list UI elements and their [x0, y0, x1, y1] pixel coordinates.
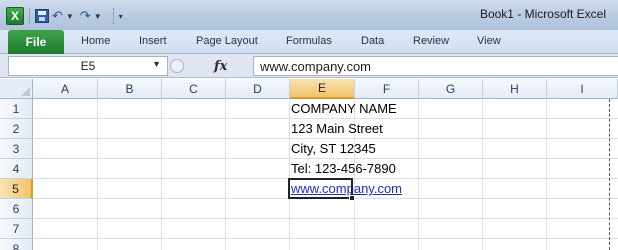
column-header-b[interactable]: B — [98, 79, 162, 99]
excel-logo-icon[interactable]: X — [6, 7, 24, 25]
customize-qat-icon[interactable]: ▾ — [119, 7, 123, 25]
column-headers: A B C D E F G H I — [33, 79, 618, 99]
redo-button[interactable]: ↷ — [80, 7, 91, 25]
undo-icon: ↶ — [52, 8, 63, 23]
tab-review[interactable]: Review — [413, 35, 449, 47]
formula-input[interactable]: www.company.com — [253, 56, 618, 76]
gridline — [289, 99, 290, 250]
tab-home[interactable]: Home — [81, 35, 110, 47]
gridline — [161, 99, 162, 250]
cell-e1[interactable]: COMPANY NAME — [291, 99, 397, 119]
qat-separator — [29, 8, 30, 24]
page-break-line — [609, 99, 610, 250]
redo-icon: ↷ — [79, 8, 91, 23]
undo-dropdown-icon[interactable]: ▼ — [66, 7, 74, 25]
cell-e4[interactable]: Tel: 123-456-7890 — [291, 159, 396, 179]
row-header-7[interactable]: 7 — [0, 219, 33, 239]
row-header-6[interactable]: 6 — [0, 199, 33, 219]
cell-e3[interactable]: City, ST 12345 — [291, 139, 376, 159]
ribbon-tabs: File Home Insert Page Layout Formulas Da… — [0, 30, 618, 54]
tab-page-layout[interactable]: Page Layout — [196, 35, 258, 47]
cell-grid[interactable]: COMPANY NAME 123 Main Street City, ST 12… — [33, 99, 618, 250]
row-header-4[interactable]: 4 — [0, 159, 33, 179]
row-header-8[interactable]: 8 — [0, 239, 33, 250]
tab-file[interactable]: File — [8, 30, 64, 54]
name-box-value: E5 — [80, 59, 96, 73]
insert-function-icon[interactable]: fx — [214, 59, 227, 74]
row-header-5[interactable]: 5 — [0, 179, 33, 199]
column-header-g[interactable]: G — [419, 79, 483, 99]
save-button[interactable] — [35, 7, 49, 25]
title-bar: X ↶ ▼ ↷ ▼ ▾ Book1 - Microsoft Excel — [0, 0, 618, 30]
redo-dropdown-icon[interactable]: ▼ — [94, 7, 102, 25]
cell-e2[interactable]: 123 Main Street — [291, 119, 383, 139]
column-header-i[interactable]: I — [547, 79, 618, 99]
gridline — [225, 99, 226, 250]
window-title: Book1 - Microsoft Excel — [479, 7, 606, 21]
qat-separator — [112, 8, 114, 24]
gridline — [33, 218, 618, 219]
column-header-f[interactable]: F — [355, 79, 419, 99]
active-cell-border — [288, 178, 353, 199]
tab-insert[interactable]: Insert — [139, 35, 167, 47]
row-header-2[interactable]: 2 — [0, 119, 33, 139]
tab-formulas[interactable]: Formulas — [286, 35, 332, 47]
formula-bar: E5 ▼ fx www.company.com — [0, 54, 618, 78]
row-header-1[interactable]: 1 — [0, 99, 33, 119]
fill-handle[interactable] — [349, 195, 355, 201]
gridline — [33, 238, 618, 239]
undo-button[interactable]: ↶ — [52, 7, 63, 25]
column-header-d[interactable]: D — [226, 79, 290, 99]
name-box[interactable]: E5 ▼ — [8, 56, 168, 76]
gridline — [482, 99, 483, 250]
gridline — [97, 99, 98, 250]
column-header-a[interactable]: A — [33, 79, 98, 99]
column-header-c[interactable]: C — [162, 79, 226, 99]
column-header-e[interactable]: E — [290, 79, 355, 99]
column-header-h[interactable]: H — [483, 79, 547, 99]
select-all-button[interactable] — [0, 79, 33, 99]
tab-data[interactable]: Data — [361, 35, 384, 47]
formula-controls: fx — [170, 59, 232, 74]
gridline — [418, 99, 419, 250]
quick-access-toolbar: X ↶ ▼ ↷ ▼ ▾ — [6, 6, 129, 26]
tab-view[interactable]: View — [477, 35, 501, 47]
resize-handle-icon[interactable] — [170, 59, 184, 73]
app-letter: X — [10, 9, 19, 23]
gridline — [546, 99, 547, 250]
chevron-down-icon[interactable]: ▼ — [152, 59, 161, 69]
row-headers: 1 2 3 4 5 6 7 8 — [0, 99, 33, 250]
row-header-3[interactable]: 3 — [0, 139, 33, 159]
formula-input-value: www.company.com — [260, 58, 372, 74]
save-icon — [35, 9, 49, 23]
